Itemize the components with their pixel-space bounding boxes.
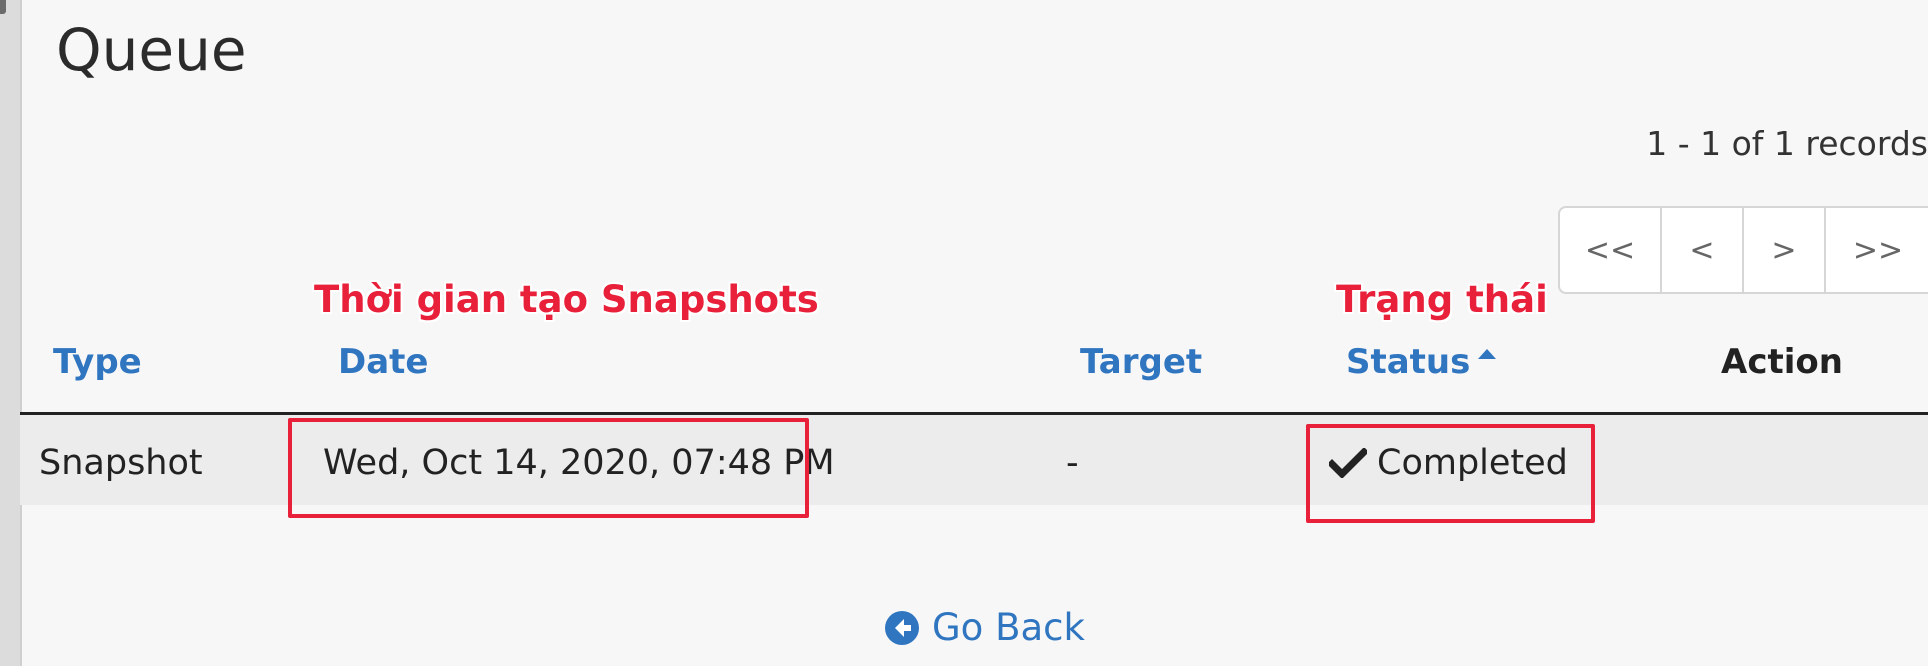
records-count: 1 - 1 of 1 records (1646, 124, 1928, 163)
date-highlight-box (288, 418, 809, 518)
sort-ascending-icon (1478, 349, 1497, 359)
cell-target: - (1066, 443, 1079, 483)
rail-handle[interactable] (0, 0, 6, 14)
last-page-button[interactable]: >> (1826, 208, 1928, 292)
go-back-link[interactable]: Go Back (884, 606, 1085, 649)
previous-page-button[interactable]: < (1662, 208, 1744, 292)
column-header-target[interactable]: Target (1080, 342, 1202, 382)
column-header-action: Action (1721, 342, 1843, 382)
cell-type: Snapshot (39, 443, 203, 483)
pagination: << < > >> (1558, 206, 1928, 294)
go-back-label: Go Back (932, 606, 1085, 649)
first-page-button[interactable]: << (1560, 208, 1662, 292)
left-scroll-rail (0, 0, 22, 666)
column-header-type[interactable]: Type (53, 342, 142, 382)
date-annotation-label: Thời gian tạo Snapshots (314, 278, 819, 321)
column-header-status-label: Status (1346, 342, 1471, 382)
arrow-circle-left-icon (885, 610, 919, 645)
column-header-date[interactable]: Date (338, 342, 428, 382)
status-annotation-label: Trạng thái (1336, 278, 1548, 321)
column-header-status[interactable]: Status (1346, 342, 1497, 382)
status-highlight-box (1306, 424, 1595, 523)
page-title: Queue (56, 16, 247, 84)
next-page-button[interactable]: > (1744, 208, 1826, 292)
